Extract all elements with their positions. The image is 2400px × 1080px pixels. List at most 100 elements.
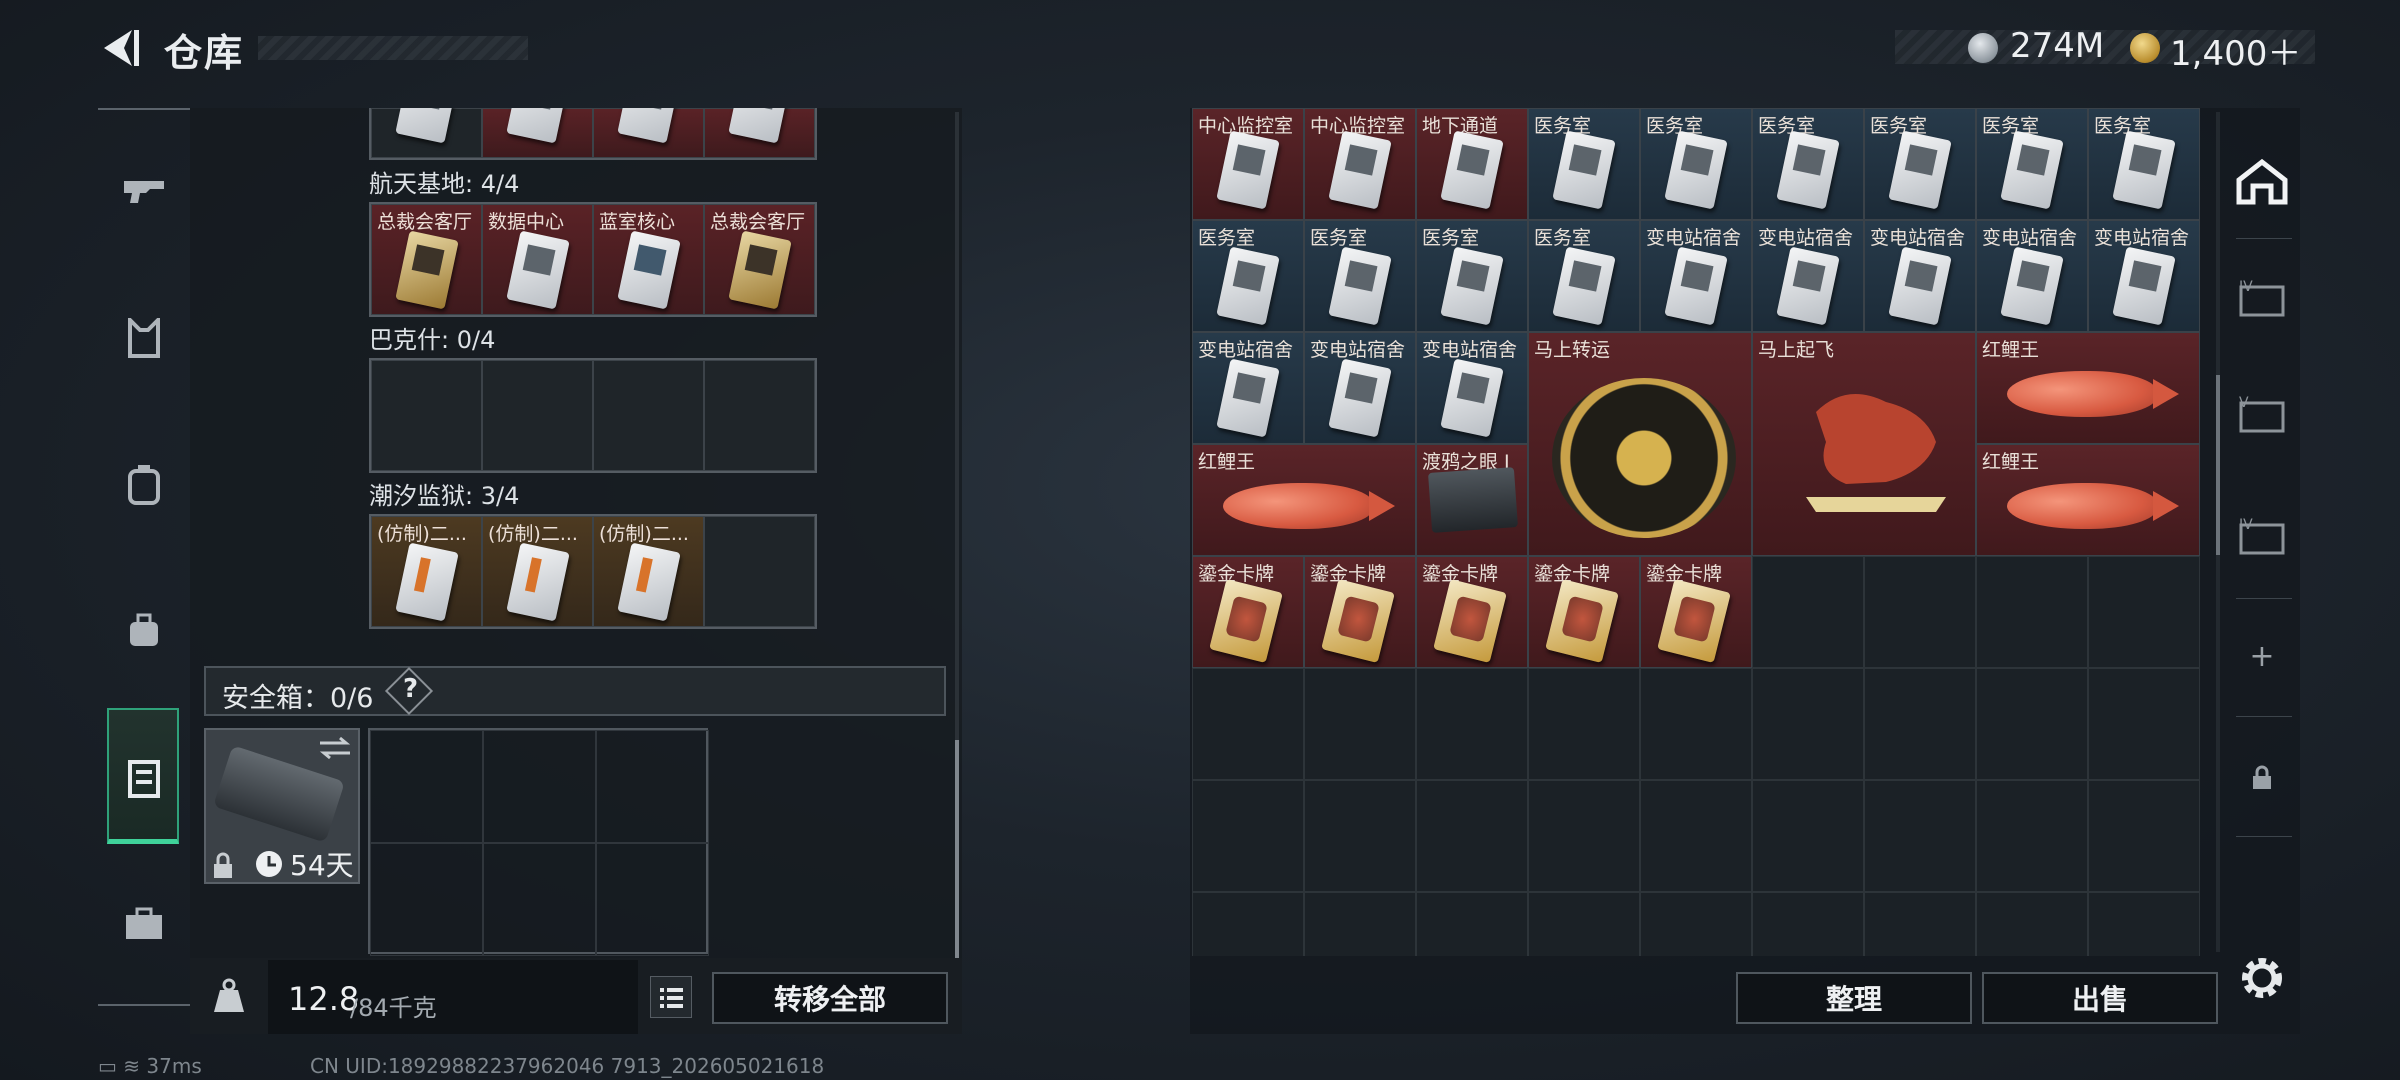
- empty-slot[interactable]: [1864, 556, 1976, 668]
- empty-slot[interactable]: [371, 360, 482, 471]
- empty-slot[interactable]: [1416, 668, 1528, 780]
- empty-slot[interactable]: [1304, 780, 1416, 892]
- empty-slot[interactable]: [2088, 556, 2200, 668]
- item-slot-wide[interactable]: 红鲤王: [1976, 444, 2200, 556]
- empty-slot[interactable]: [1640, 668, 1752, 780]
- empty-slot[interactable]: [1192, 780, 1304, 892]
- item-slot[interactable]: 医务室: [1528, 220, 1640, 332]
- empty-slot[interactable]: [1864, 668, 1976, 780]
- empty-slot[interactable]: [704, 360, 815, 471]
- item-slot[interactable]: 鎏金卡牌: [1416, 556, 1528, 668]
- empty-slot[interactable]: [1752, 780, 1864, 892]
- key-card-slot[interactable]: (仿制)二...: [371, 516, 482, 627]
- gold-currency-value[interactable]: 1,400＋: [2170, 26, 2301, 75]
- item-slot[interactable]: 医务室: [1976, 108, 2088, 220]
- item-slot[interactable]: 鎏金卡牌: [1640, 556, 1752, 668]
- empty-slot[interactable]: [1416, 780, 1528, 892]
- item-slot[interactable]: 变电站宿舍: [1640, 220, 1752, 332]
- item-slot[interactable]: 地下通道: [1416, 108, 1528, 220]
- empty-slot[interactable]: [2088, 668, 2200, 780]
- empty-slot[interactable]: [1752, 892, 1864, 956]
- empty-slot[interactable]: [482, 360, 593, 471]
- sell-button[interactable]: 出售: [1982, 972, 2218, 1024]
- empty-slot[interactable]: [1976, 668, 2088, 780]
- key-card-slot[interactable]: 总裁会客厅: [371, 204, 482, 315]
- warehouse-tab[interactable]: [2230, 150, 2294, 214]
- empty-slot[interactable]: [483, 843, 596, 956]
- item-slot[interactable]: 中心监控室: [1304, 108, 1416, 220]
- item-slot[interactable]: 医务室: [2088, 108, 2200, 220]
- item-slot[interactable]: 医务室: [1640, 108, 1752, 220]
- back-arrow-icon[interactable]: [98, 26, 142, 70]
- rail-item-safe-box[interactable]: [112, 744, 176, 808]
- empty-slot[interactable]: [1304, 892, 1416, 956]
- item-slot[interactable]: 医务室: [1528, 108, 1640, 220]
- item-slot[interactable]: 中心监控室: [1192, 108, 1304, 220]
- empty-slot[interactable]: [596, 730, 709, 843]
- storage-expansion-iv-2-tab[interactable]: IV: [2230, 504, 2294, 568]
- empty-slot[interactable]: [1976, 892, 2088, 956]
- help-icon[interactable]: ?: [403, 674, 418, 704]
- empty-slot[interactable]: [1192, 668, 1304, 780]
- empty-slot[interactable]: [1192, 892, 1304, 956]
- empty-slot[interactable]: [1528, 780, 1640, 892]
- item-slot[interactable]: 医务室: [1864, 108, 1976, 220]
- item-slot-wide[interactable]: 红鲤王: [1976, 332, 2200, 444]
- item-slot[interactable]: 医务室: [1304, 220, 1416, 332]
- key-card-slot[interactable]: 数据中心: [482, 204, 593, 315]
- item-slot[interactable]: 鎏金卡牌: [1528, 556, 1640, 668]
- empty-slot[interactable]: [1864, 892, 1976, 956]
- empty-slot[interactable]: [370, 843, 483, 956]
- rail-item-weapons[interactable]: [112, 158, 176, 222]
- empty-slot[interactable]: [1640, 892, 1752, 956]
- sort-button[interactable]: 整理: [1736, 972, 1972, 1024]
- item-slot[interactable]: 变电站宿舍: [1416, 332, 1528, 444]
- storage-expansion-v-tab[interactable]: V: [2230, 382, 2294, 446]
- rail-item-pouch[interactable]: [112, 598, 176, 662]
- empty-slot[interactable]: [1640, 780, 1752, 892]
- empty-slot[interactable]: [483, 730, 596, 843]
- item-slot[interactable]: 变电站宿舍: [1304, 332, 1416, 444]
- item-slot[interactable]: 医务室: [1192, 220, 1304, 332]
- item-slot[interactable]: 医务室: [1416, 220, 1528, 332]
- storage-expansion-iv-tab[interactable]: IV: [2230, 266, 2294, 330]
- right-scrollbar-thumb[interactable]: [2216, 375, 2220, 555]
- empty-slot[interactable]: [593, 360, 704, 471]
- empty-slot[interactable]: [704, 516, 815, 627]
- swap-icon[interactable]: [318, 736, 352, 760]
- key-card-slot[interactable]: (仿制)二...: [593, 516, 704, 627]
- item-slot[interactable]: 变电站宿舍: [2088, 220, 2200, 332]
- rail-item-backpack[interactable]: [112, 452, 176, 516]
- empty-slot[interactable]: [370, 730, 483, 843]
- key-card-slot[interactable]: (仿制)二...: [482, 516, 593, 627]
- item-slot-wide[interactable]: 红鲤王: [1192, 444, 1416, 556]
- empty-slot[interactable]: [1752, 556, 1864, 668]
- locked-storage-tab[interactable]: [2230, 746, 2294, 810]
- transfer-all-button[interactable]: 转移全部: [712, 972, 948, 1024]
- empty-slot[interactable]: [1864, 780, 1976, 892]
- left-scrollbar-thumb[interactable]: [955, 740, 959, 960]
- empty-slot[interactable]: [1528, 892, 1640, 956]
- empty-slot[interactable]: [1528, 668, 1640, 780]
- rail-item-toolbox[interactable]: [112, 892, 176, 956]
- empty-slot[interactable]: [2088, 892, 2200, 956]
- rail-item-armor[interactable]: [112, 306, 176, 370]
- empty-slot[interactable]: [1976, 780, 2088, 892]
- list-view-button[interactable]: [650, 976, 692, 1018]
- empty-slot[interactable]: [1976, 556, 2088, 668]
- item-slot[interactable]: 鎏金卡牌: [1192, 556, 1304, 668]
- item-slot[interactable]: 变电站宿舍: [1192, 332, 1304, 444]
- empty-slot[interactable]: [2088, 780, 2200, 892]
- empty-slot[interactable]: [1416, 892, 1528, 956]
- key-card-slot[interactable]: 总裁会客厅: [704, 204, 815, 315]
- item-slot[interactable]: 医务室: [1752, 108, 1864, 220]
- item-slot[interactable]: 变电站宿舍: [1976, 220, 2088, 332]
- empty-slot[interactable]: [1304, 668, 1416, 780]
- item-slot[interactable]: 变电站宿舍: [1752, 220, 1864, 332]
- item-slot[interactable]: 鎏金卡牌: [1304, 556, 1416, 668]
- item-slot[interactable]: 变电站宿舍: [1864, 220, 1976, 332]
- empty-slot[interactable]: [1752, 668, 1864, 780]
- empty-slot[interactable]: [596, 843, 709, 956]
- settings-gear-icon[interactable]: [2236, 952, 2288, 1004]
- key-card-slot[interactable]: 蓝室核心: [593, 204, 704, 315]
